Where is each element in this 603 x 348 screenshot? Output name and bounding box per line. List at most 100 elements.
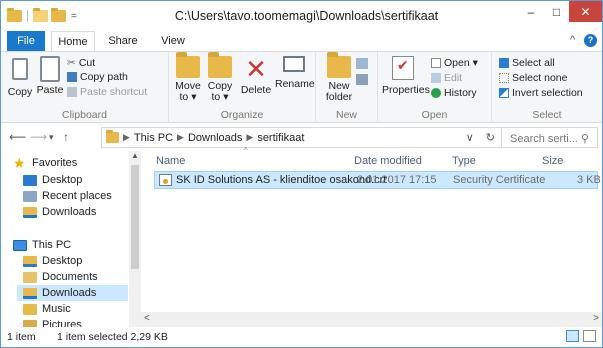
move-to-icon	[176, 52, 200, 78]
close-button[interactable]: ✕	[569, 1, 602, 22]
group-organize: Move to ▾ Copy to ▾ ✕ Delete Rename Orga…	[169, 52, 316, 123]
nav-downloads[interactable]: Downloads	[23, 204, 128, 220]
nav-desktop-label: Desktop	[42, 174, 83, 186]
copy-to-button[interactable]: Copy to ▾	[205, 52, 235, 103]
tab-home[interactable]: Home	[51, 31, 95, 51]
nav-pc-desktop[interactable]: Desktop	[23, 253, 128, 269]
details-view-icon[interactable]	[566, 330, 579, 342]
invert-selection-button[interactable]: Invert selection	[499, 87, 583, 99]
easy-access-button[interactable]	[356, 74, 368, 85]
new-caption: New	[335, 109, 357, 121]
recent-locations-button[interactable]: ▾	[49, 132, 54, 143]
up-button[interactable]: ↑	[63, 130, 69, 144]
breadcrumb-this-pc[interactable]: This PC	[134, 132, 173, 144]
large-icons-view-icon[interactable]	[583, 330, 596, 342]
select-all-button[interactable]: Select all	[499, 57, 555, 69]
properties-label: Properties	[382, 84, 430, 96]
ribbon: Copy Paste ✂ Cut Copy path Paste shortcu…	[1, 51, 602, 123]
back-button[interactable]: ⟵	[9, 130, 26, 144]
column-header-size[interactable]: Size	[542, 153, 563, 169]
properties-button[interactable]: Properties	[382, 56, 430, 96]
tab-file[interactable]: File	[7, 31, 45, 51]
move-to-button[interactable]: Move to ▾	[173, 52, 203, 103]
location-folder-icon	[106, 130, 119, 143]
paste-button[interactable]: Paste	[35, 56, 65, 96]
new-folder-button[interactable]: New folder	[322, 52, 356, 103]
nav-this-pc[interactable]: This PC	[13, 237, 128, 253]
column-header-name[interactable]: Name	[156, 153, 185, 169]
refresh-icon[interactable]: ↻	[486, 131, 495, 144]
breadcrumb-sertifikaat[interactable]: sertifikaat	[257, 132, 304, 144]
address-bar[interactable]: ▶ This PC ▶ Downloads ▶ sertifikaat ∨ ↻	[101, 127, 502, 148]
selection-info: 1 item selected 2,29 KB	[57, 331, 168, 343]
edit-button[interactable]: Edit	[431, 72, 462, 84]
open-caption: Open	[421, 109, 448, 121]
invert-selection-label: Invert selection	[512, 87, 583, 99]
rename-button[interactable]: Rename	[275, 56, 315, 90]
scroll-up-icon[interactable]: ▲	[131, 151, 139, 160]
file-type: Security Certificate	[453, 174, 546, 186]
tab-share[interactable]: Share	[101, 31, 145, 51]
table-row[interactable]: SK ID Solutions AS - klienditoe osakond.…	[154, 171, 601, 189]
help-icon[interactable]: ?	[584, 34, 597, 47]
navigation-pane: ★ Favorites Desktop Recent places Downlo…	[1, 151, 141, 331]
folder-icon	[7, 8, 22, 22]
desktop-icon	[23, 255, 37, 267]
scroll-right-icon[interactable]: >	[593, 313, 599, 324]
new-folder-label: New folder	[325, 80, 353, 103]
select-all-icon	[499, 58, 509, 68]
rename-icon	[283, 56, 305, 72]
edit-label: Edit	[444, 72, 463, 84]
ribbon-tabs: File Home Share View ^ ?	[1, 31, 602, 51]
search-input[interactable]: Search serti... ⚲	[502, 127, 598, 148]
status-bar: 1 item 1 item selected 2,29 KB	[1, 327, 602, 347]
nav-recent-places[interactable]: Recent places	[23, 188, 128, 204]
properties-qat-icon[interactable]	[33, 8, 48, 22]
paste-shortcut-button[interactable]: Paste shortcut	[67, 86, 147, 98]
column-header-date-modified[interactable]: Date modified	[354, 153, 422, 169]
chevron-right-icon[interactable]: ▶	[246, 132, 253, 143]
forward-button[interactable]: ⟶	[30, 130, 47, 144]
chevron-right-icon[interactable]: ▶	[177, 132, 184, 143]
breadcrumb-downloads[interactable]: Downloads	[188, 132, 242, 144]
cut-label: Cut	[78, 57, 96, 69]
new-item-button[interactable]	[356, 58, 368, 69]
collapse-ribbon-icon[interactable]: ^	[570, 34, 575, 46]
scrollbar-thumb[interactable]	[131, 165, 139, 269]
paste-icon	[40, 56, 60, 82]
organize-caption: Organize	[220, 109, 264, 121]
downloads-icon	[23, 206, 37, 218]
qat-dropdown-icon[interactable]: =	[71, 11, 77, 22]
open-icon	[431, 58, 441, 68]
address-dropdown-icon[interactable]: ∨	[466, 131, 474, 144]
delete-icon: ✕	[245, 54, 267, 84]
maximize-button[interactable]: □	[544, 1, 569, 22]
nav-favorites[interactable]: ★ Favorites	[13, 155, 128, 171]
file-date: 2.01.2017 17:15	[357, 174, 437, 186]
nav-pane-scrollbar[interactable]: ▲	[129, 151, 141, 327]
tab-view[interactable]: View	[152, 31, 194, 51]
star-icon: ★	[13, 154, 26, 171]
column-header-type[interactable]: Type	[452, 153, 476, 169]
chevron-right-icon[interactable]: ▶	[123, 132, 130, 143]
nav-music[interactable]: Music	[23, 301, 128, 317]
new-folder-icon	[327, 52, 351, 78]
new-folder-qat-icon[interactable]	[51, 8, 66, 22]
scroll-left-icon[interactable]: <	[144, 313, 150, 324]
select-none-button[interactable]: Select none	[499, 72, 567, 84]
nav-pc-downloads-label: Downloads	[42, 287, 97, 299]
cut-button[interactable]: ✂ Cut	[67, 57, 95, 69]
horizontal-scrollbar[interactable]: < >	[141, 312, 602, 327]
open-button[interactable]: Open ▾	[431, 57, 478, 69]
history-button[interactable]: History	[431, 87, 477, 99]
delete-button[interactable]: ✕ Delete	[239, 56, 273, 96]
minimize-button[interactable]: –	[518, 1, 544, 22]
address-actions: ∨ ↻	[466, 131, 501, 144]
file-name: SK ID Solutions AS - klienditoe osakond.…	[176, 174, 387, 186]
nav-pc-downloads[interactable]: Downloads	[17, 285, 128, 301]
nav-desktop[interactable]: Desktop	[23, 172, 128, 188]
music-icon	[23, 303, 37, 315]
copy-path-button[interactable]: Copy path	[67, 71, 128, 83]
copy-button[interactable]: Copy	[5, 56, 35, 98]
nav-documents[interactable]: Documents	[23, 269, 128, 285]
